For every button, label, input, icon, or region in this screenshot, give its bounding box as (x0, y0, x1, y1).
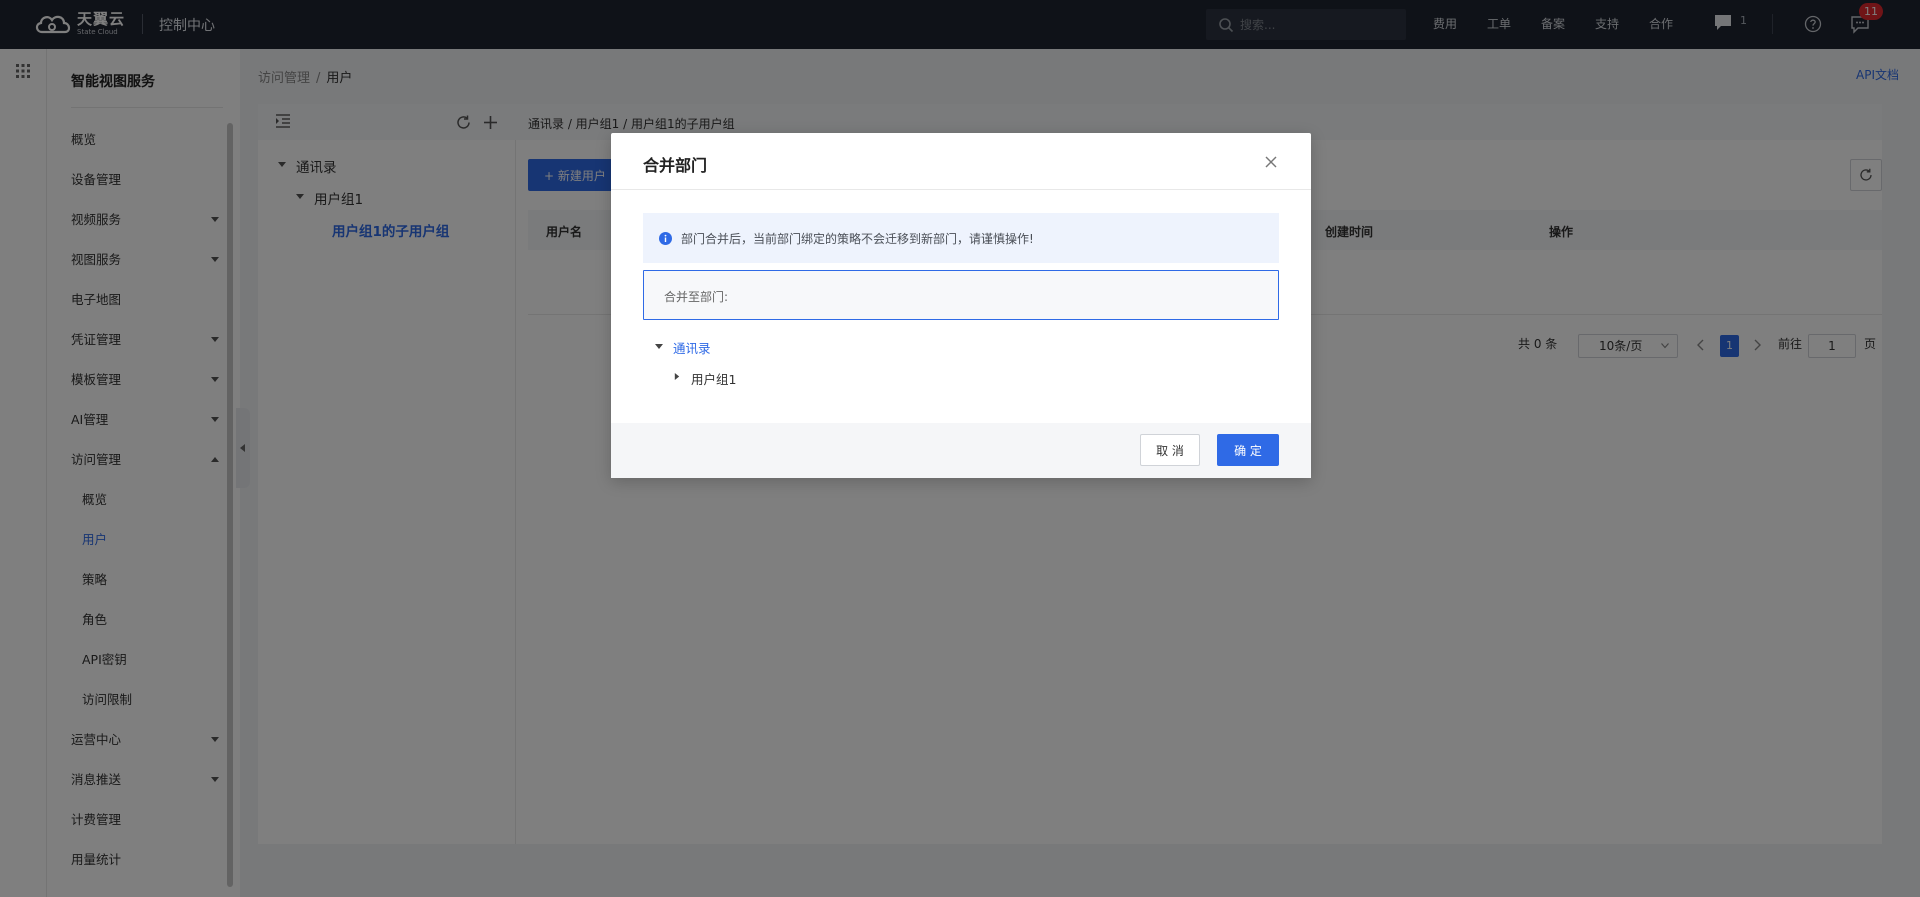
merge-target-label: 合并至部门: (664, 290, 729, 304)
caret-down-icon (655, 344, 663, 349)
merge-department-dialog: 合并部门 部门合并后，当前部门绑定的策略不会迁移到新部门，请谨慎操作! 合并至部… (611, 133, 1311, 478)
alert-text: 部门合并后，当前部门绑定的策略不会迁移到新部门，请谨慎操作! (681, 232, 1034, 246)
dialog-footer: 取 消 确 定 (611, 423, 1311, 478)
dialog-tree-node-contacts[interactable]: 通讯录 (655, 338, 711, 357)
dialog-tree-node-label: 通讯录 (673, 341, 711, 356)
close-icon[interactable] (1262, 153, 1280, 171)
info-icon (659, 232, 672, 245)
caret-right-icon (674, 373, 680, 380)
dialog-tree-node-label: 用户组1 (691, 372, 737, 387)
cancel-button[interactable]: 取 消 (1140, 434, 1200, 466)
dialog-title: 合并部门 (643, 156, 708, 175)
dialog-divider (611, 189, 1311, 190)
confirm-button[interactable]: 确 定 (1217, 434, 1279, 466)
warning-alert: 部门合并后，当前部门绑定的策略不会迁移到新部门，请谨慎操作! (643, 213, 1279, 263)
merge-target-field[interactable]: 合并至部门: (643, 270, 1279, 320)
dialog-tree-node-group1[interactable]: 用户组1 (671, 369, 736, 388)
